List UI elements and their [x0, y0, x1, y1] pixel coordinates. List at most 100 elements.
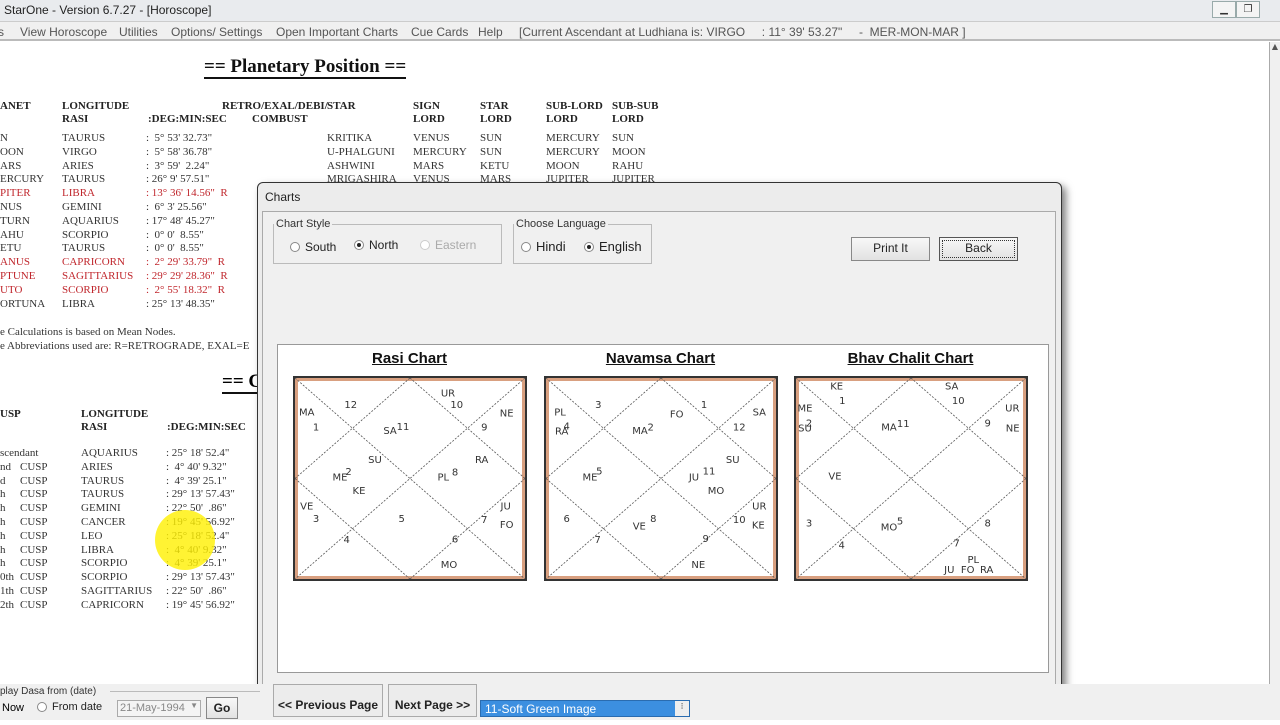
planet-label: UR [441, 388, 455, 399]
rasi-cell: AQUARIUS [81, 447, 138, 459]
rasi-cell: GEMINI [62, 201, 102, 213]
menu-utilities[interactable]: Utilities [119, 25, 158, 39]
house-number: 1 [701, 400, 707, 411]
degree-cell: : 19° 45' 56.92" [166, 598, 235, 611]
house-number: 5 [596, 467, 602, 478]
radio-english[interactable]: English [584, 239, 642, 254]
degree-cell: : 3° 59' 2.24" [146, 159, 210, 172]
planet-label: KE [830, 382, 843, 393]
house-number: 10 [952, 396, 965, 407]
planet-label: VE [828, 472, 841, 483]
radio-label: South [305, 240, 337, 254]
column-header: LORD [546, 113, 578, 125]
vertical-scrollbar[interactable]: ▲ [1269, 42, 1280, 687]
radio-hindi[interactable]: Hindi [521, 239, 566, 254]
chevron-down-icon[interactable]: ▼ [190, 701, 198, 710]
cusp-name: 2th [0, 598, 15, 611]
window-title: StarOne - Version 6.7.27 - [Horoscope] [4, 3, 212, 17]
back-button[interactable]: Back [939, 237, 1018, 261]
menu-cue-cards[interactable]: Cue Cards [411, 25, 468, 39]
chevron-down-icon[interactable]: ⁝ [675, 701, 689, 716]
rasi-cell: TAURUS [62, 242, 106, 255]
cusp-label: CUSP [20, 516, 48, 528]
planet-label: MO [708, 486, 725, 497]
house-number: 12 [344, 400, 357, 411]
cusp-name: d [0, 474, 6, 487]
planet-name: TURN [0, 214, 30, 227]
go-button[interactable]: Go [206, 697, 238, 719]
house-number: 6 [564, 514, 570, 525]
house-number: 3 [595, 400, 601, 411]
column-header: :DEG:MIN:SEC [148, 113, 227, 125]
group-divider [110, 691, 260, 692]
bhav-chalit-chart: KE 1 SA 10 ME SU 2 MA 11 9 UR NE VE 3 MO 5 8 4 7 PL JU FO RA [794, 376, 1028, 581]
rasi-cell: SAGITTARIUS [81, 585, 153, 597]
menu-item[interactable]: s [0, 25, 4, 39]
cusp-name: nd [0, 460, 11, 473]
planet-label: UR [1005, 403, 1019, 414]
chart-grid: MA112SA 11UR10NE9SU RAME2 PL 8KEVE3 5JUFO74 6M… [295, 378, 525, 579]
radio-now[interactable]: Now [2, 702, 24, 714]
radio-from-date[interactable]: From date [37, 701, 102, 713]
sign-lord-cell: MERCURY [413, 145, 467, 158]
radio-circle [37, 702, 47, 712]
degree-cell: : 2° 55' 18.32" R [146, 283, 226, 296]
planet-label: JU [688, 472, 699, 483]
menu-open-important-charts[interactable]: Open Important Charts [276, 25, 398, 39]
degree-cell: : 4° 40' 9.32" [166, 460, 227, 473]
rasi-chart: MA 1 12 SA 11 UR 10 NE 9 SU RA ME 2 PL 8 KE VE 3 5 JU FO 7 4 6 M… [293, 376, 527, 581]
planet-name: OON [0, 145, 24, 158]
next-page-button[interactable]: Next Page >> [388, 684, 477, 717]
menu-help[interactable]: Help [478, 25, 503, 39]
house-number: 7 [595, 535, 601, 546]
chart-grid: PLRA43FO1MA 2SA12SUME5JU11MO6VE8URKE107 9N… [546, 378, 776, 579]
date-picker[interactable]: 21-May-1994 ▼ [117, 700, 201, 717]
cusp-name: 1th [0, 585, 15, 597]
menu-view-horoscope[interactable]: View Horoscope [20, 25, 107, 39]
column-header: SUB-SUB [612, 100, 659, 112]
menu-options-settings[interactable]: Options/ Settings [171, 25, 262, 39]
cursor-highlight [155, 510, 215, 570]
radio-circle [290, 242, 300, 252]
cusp-label: CUSP [20, 543, 48, 556]
column-header: LORD [480, 113, 512, 125]
column-header: RETRO/EXAL/DEBI/ [222, 100, 328, 112]
restore-icon[interactable]: ❐ [1236, 1, 1260, 18]
radio-south[interactable]: South [290, 240, 336, 254]
column-header: ANET [0, 100, 31, 112]
planet-label: NE [1006, 423, 1020, 434]
rasi-cell: LIBRA [62, 297, 95, 310]
cusp-label: CUSP [20, 585, 48, 597]
skin-select[interactable]: 11-Soft Green Image ⁝ [480, 700, 690, 717]
minimize-icon[interactable]: ▁ [1212, 1, 1236, 18]
print-button[interactable]: Print It [851, 237, 930, 261]
chart-grid: KE1SA10MESU2 MA 11 9URNEVE3 MO5 84 7PLJU FO RA [796, 378, 1026, 579]
radio-label: English [599, 239, 642, 254]
planet-name: ANUS [0, 256, 30, 269]
house-number: 4 [839, 541, 845, 552]
column-header: SUB-LORD [546, 100, 603, 112]
column-header: RASI [62, 113, 89, 125]
star-lord-cell: SUN [480, 132, 503, 144]
rasi-cell: TAURUS [62, 132, 106, 144]
note-text: e Abbreviations used are: R=RETROGRADE, … [0, 340, 250, 352]
planet-name: ARS [0, 159, 22, 172]
language-label: Choose Language [516, 218, 606, 230]
star-cell: ASHWINI [327, 159, 375, 172]
radio-label: North [369, 238, 399, 252]
skin-value: 11-Soft Green Image [485, 702, 597, 716]
column-header: LONGITUDE [62, 100, 130, 112]
radio-north[interactable]: North [354, 238, 398, 252]
planet-label: MA [632, 426, 648, 437]
cusp-label: CUSP [20, 529, 48, 542]
degree-cell: : 29° 13' 57.43" [166, 571, 235, 584]
house-number: 1 [839, 396, 845, 407]
radio-circle-selected [584, 241, 594, 252]
scroll-up-icon[interactable]: ▲ [1270, 42, 1280, 51]
dialog-body: Chart Style South North Eastern Choose L… [262, 211, 1056, 689]
previous-page-button[interactable]: << Previous Page [273, 684, 383, 717]
house-number: 10 [733, 515, 746, 526]
date-value: 21-May-1994 [120, 702, 185, 714]
house-number: 8 [452, 468, 458, 479]
degree-cell: : 13° 36' 14.56" R [146, 187, 228, 200]
